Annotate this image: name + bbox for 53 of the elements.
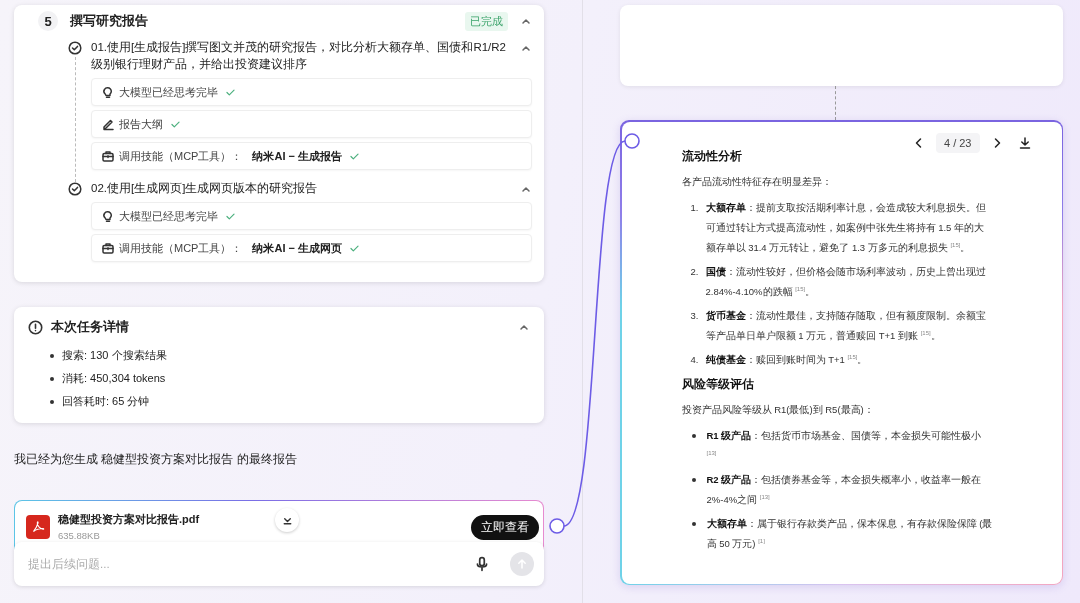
lightbulb-icon: [101, 85, 115, 99]
task-title: 01.使用[生成报告]撰写图文并茂的研究报告，对比分析大额存单、国债和R1/R2级别银行理财产品，并给出投资建议排序: [91, 40, 507, 72]
connector-node: [549, 518, 565, 534]
step-label: 报告大纲: [119, 116, 163, 132]
tool-name: 纳米AI − 生成网页: [252, 240, 342, 256]
doc-paragraph: 各产品流动性特征存在明显差异：: [681, 174, 833, 189]
doc-heading: 流动性分析: [681, 148, 743, 164]
arrow-up-icon: [515, 557, 529, 571]
scroll-down-button[interactable]: [275, 508, 299, 532]
microphone-icon[interactable]: [474, 556, 490, 572]
step-title: 撰写研究报告: [70, 12, 148, 30]
details-text: 消耗: 450,304 tokens: [62, 371, 166, 386]
step-label: 大模型已经思考完毕: [119, 84, 218, 100]
step-label: 调用技能（MCP工具）：: [119, 240, 243, 256]
download-icon[interactable]: [1017, 135, 1032, 150]
status-badge: 已完成: [465, 11, 508, 31]
bullet-dot: [691, 477, 696, 482]
bullet-dot: [691, 433, 696, 438]
details-title: 本次任务详情: [51, 318, 129, 336]
toolbox-icon: [101, 241, 115, 255]
info-icon: [28, 319, 43, 335]
page-indicator: 4 / 23: [935, 132, 980, 153]
doc-list-item: 大额存单：属于银行存款类产品，保本保息，有存款保险保障 (最高 50 万元) $^{[1]}$: [706, 516, 994, 551]
task-title: 02.使用[生成网页]生成网页版本的研究报告: [91, 181, 319, 196]
doc-list-item: 纯债基金：赎回到账时间为 T+1 $^{[15]}$。: [705, 352, 869, 367]
doc-list-item: 大额存单：提前支取按活期利率计息，会造成较大利息损失。但可通过转让方式提高流动性，如案例中张先生将持有 1.5 年的大额存单以 31.4 万元转让，避免了 1.3 万多元的利息损失 $^{[15]}$。: [705, 200, 987, 255]
question-input[interactable]: 提出后续问题...: [26, 557, 474, 571]
doc-heading: 风险等级评估: [681, 376, 755, 392]
question-field[interactable]: 提出后续问题...: [14, 542, 544, 586]
file-name: 稳健型投资方案对比报告.pdf: [58, 512, 200, 527]
doc-list-item: 国债：流动性较好，但价格会随市场利率波动，历史上曾出现过 2.84%-4.10%的跌幅 $^{[15]}$。: [705, 264, 987, 299]
tool-name: 纳米AI − 生成报告: [252, 148, 342, 164]
step-label: 调用技能（MCP工具）：: [119, 148, 243, 164]
step-number: 5: [38, 11, 58, 31]
connector-node: [624, 133, 640, 149]
toolbox-icon: [101, 149, 115, 163]
pdf-icon: [26, 515, 50, 539]
bullet-dot: [691, 521, 696, 526]
doc-paragraph: 投资产品风险等级从 R1(最低)到 R5(最高)：: [681, 402, 875, 417]
doc-list-item: R2 级产品：包括债券基金等，本金损失概率小，收益率一般在 2%-4%之间 $^{[13]}$: [706, 472, 983, 507]
lightbulb-icon: [101, 209, 115, 223]
step-label: 大模型已经思考完毕: [119, 208, 218, 224]
list-number: 1.: [690, 200, 700, 215]
list-number: 2.: [690, 264, 700, 279]
file-size: 635.88KB: [58, 530, 101, 541]
list-number: 4.: [690, 352, 700, 367]
view-button[interactable]: 立即查看: [471, 515, 539, 540]
doc-list-item: 货币基金：流动性最佳，支持随存随取，但有额度限制。余额宝等产品单日单户限额 1 万元，普通赎回 T+1 到账 $^{[15]}$。: [705, 308, 987, 343]
reply-message: 我已经为您生成 稳健型投资方案对比报告 的最终报告: [14, 451, 298, 468]
list-number: 3.: [690, 308, 700, 323]
details-text: 回答耗时: 65 分钟: [62, 394, 150, 409]
details-text: 搜索: 130 个搜索结果: [62, 348, 167, 363]
pen-icon: [101, 117, 115, 131]
